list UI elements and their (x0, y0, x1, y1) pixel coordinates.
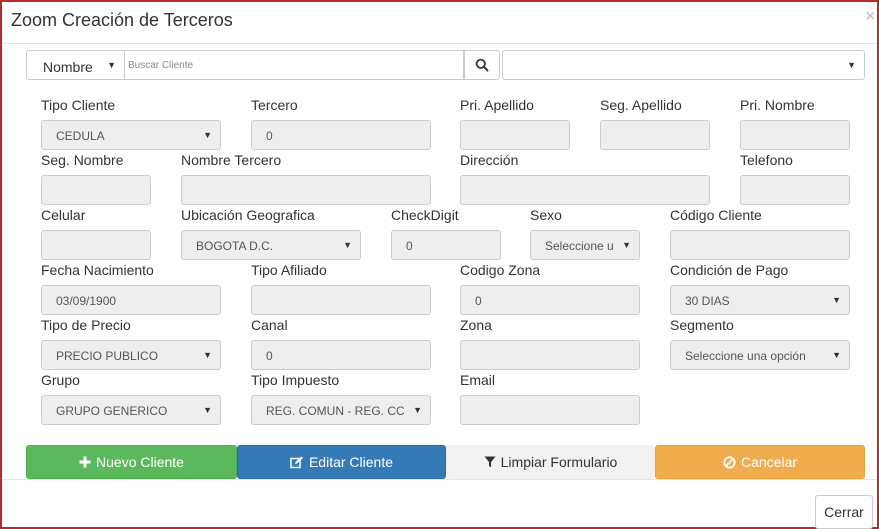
editar-cliente-button[interactable]: Editar Cliente (237, 445, 446, 479)
edit-icon (290, 456, 303, 468)
tipo-afiliado-field[interactable] (251, 285, 431, 315)
nombre-tercero-label: Nombre Tercero (181, 152, 282, 168)
nuevo-cliente-label: Nuevo Cliente (96, 454, 184, 470)
ban-icon (723, 455, 736, 469)
tipo-precio-value: PRECIO PUBLICO (56, 349, 159, 363)
fecha-nacimiento-label: Fecha Nacimiento (41, 262, 154, 278)
email-label: Email (460, 372, 496, 388)
tipo-cliente-label: Tipo Cliente (41, 97, 116, 113)
ubicacion-label: Ubicación Geografica (181, 207, 315, 223)
limpiar-formulario-label: Limpiar Formulario (500, 454, 618, 470)
tipo-impuesto-label: Tipo Impuesto (251, 372, 340, 388)
condicion-pago-select[interactable]: 30 DIAS ▼ (670, 285, 850, 315)
caret-down-icon: ▼ (847, 60, 856, 70)
segmento-select[interactable]: Seleccione una opción ▼ (670, 340, 850, 370)
segmento-value: Seleccione una opción (685, 349, 806, 363)
pri-nombre-field[interactable] (740, 120, 850, 150)
grupo-label: Grupo (41, 372, 80, 388)
zona-label: Zona (460, 317, 492, 333)
modal-dialog: Zoom Creación de Terceros × Nombre ▼ Bus… (0, 0, 879, 529)
caret-down-icon: ▼ (832, 295, 841, 305)
editar-cliente-label: Editar Cliente (308, 454, 394, 470)
codigo-cliente-label: Código Cliente (670, 207, 762, 223)
nuevo-cliente-button[interactable]: Nuevo Cliente (26, 445, 237, 479)
cancelar-label: Cancelar (740, 454, 798, 470)
search-button[interactable] (464, 50, 500, 80)
grupo-value: GRUPO GENERICO (56, 404, 168, 418)
caret-down-icon: ▼ (203, 130, 212, 140)
condicion-pago-label: Condición de Pago (670, 262, 789, 278)
canal-label: Canal (251, 317, 288, 333)
limpiar-formulario-button[interactable]: Limpiar Formulario (446, 445, 655, 479)
search-icon (475, 58, 489, 72)
tercero-field[interactable]: 0 (251, 120, 431, 150)
checkdigit-label: CheckDigit (391, 207, 459, 223)
modal-title: Zoom Creación de Terceros (11, 10, 233, 30)
seg-apellido-label: Seg. Apellido (600, 97, 682, 113)
celular-label: Celular (41, 207, 86, 223)
caret-down-icon: ▼ (343, 240, 352, 250)
checkdigit-field[interactable]: 0 (391, 230, 501, 260)
segmento-label: Segmento (670, 317, 734, 333)
caret-down-icon: ▼ (203, 405, 212, 415)
pri-apellido-label: Pri. Apellido (460, 97, 534, 113)
email-field[interactable] (460, 395, 640, 425)
tipo-cliente-select[interactable]: CEDULA ▼ (41, 120, 221, 150)
filter-icon (484, 456, 496, 468)
footer-divider (2, 479, 877, 480)
seg-apellido-field[interactable] (600, 120, 710, 150)
codigo-zona-field[interactable]: 0 (460, 285, 640, 315)
sexo-label: Sexo (530, 207, 562, 223)
modal-header: Zoom Creación de Terceros × (2, 2, 877, 44)
tipo-impuesto-select[interactable]: REG. COMUN - REG. CC ▼ (251, 395, 431, 425)
pri-apellido-field[interactable] (460, 120, 570, 150)
telefono-field[interactable] (740, 175, 850, 205)
direccion-label: Dirección (460, 152, 519, 168)
sexo-value: Seleccione u (545, 239, 614, 253)
codigo-cliente-field[interactable] (670, 230, 850, 260)
caret-down-icon: ▼ (622, 240, 631, 250)
tercero-label: Tercero (251, 97, 298, 113)
tipo-precio-select[interactable]: PRECIO PUBLICO ▼ (41, 340, 221, 370)
nombre-tercero-field[interactable] (181, 175, 431, 205)
search-field-select[interactable]: Nombre ▼ (26, 50, 124, 80)
codigo-zona-label: Codigo Zona (460, 262, 541, 278)
ubicacion-select[interactable]: BOGOTA D.C. ▼ (181, 230, 361, 260)
grupo-select[interactable]: GRUPO GENERICO ▼ (41, 395, 221, 425)
search-input[interactable]: Buscar Cliente (124, 50, 464, 80)
cerrar-button[interactable]: Cerrar (815, 495, 873, 529)
fecha-nacimiento-field[interactable]: 03/09/1900 (41, 285, 221, 315)
tipo-cliente-value: CEDULA (56, 129, 105, 143)
plus-icon (79, 456, 91, 468)
sexo-select[interactable]: Seleccione u ▼ (530, 230, 640, 260)
result-select[interactable]: ▼ (502, 50, 865, 80)
ubicacion-value: BOGOTA D.C. (196, 239, 274, 253)
tipo-precio-label: Tipo de Precio (41, 317, 131, 333)
zona-field[interactable] (460, 340, 640, 370)
cancelar-button[interactable]: Cancelar (655, 445, 865, 479)
tipo-afiliado-label: Tipo Afiliado (251, 262, 327, 278)
search-field-select-value: Nombre (43, 59, 93, 75)
direccion-field[interactable] (460, 175, 710, 205)
canal-field[interactable]: 0 (251, 340, 431, 370)
caret-down-icon: ▼ (107, 60, 116, 70)
seg-nombre-field[interactable] (41, 175, 151, 205)
tipo-impuesto-value: REG. COMUN - REG. CC (266, 404, 405, 418)
caret-down-icon: ▼ (413, 405, 422, 415)
telefono-label: Telefono (740, 152, 793, 168)
seg-nombre-label: Seg. Nombre (41, 152, 124, 168)
pri-nombre-label: Pri. Nombre (740, 97, 815, 113)
condicion-pago-value: 30 DIAS (685, 294, 730, 308)
caret-down-icon: ▼ (832, 350, 841, 360)
caret-down-icon: ▼ (203, 350, 212, 360)
celular-field[interactable] (41, 230, 151, 260)
close-icon[interactable]: × (866, 8, 875, 26)
